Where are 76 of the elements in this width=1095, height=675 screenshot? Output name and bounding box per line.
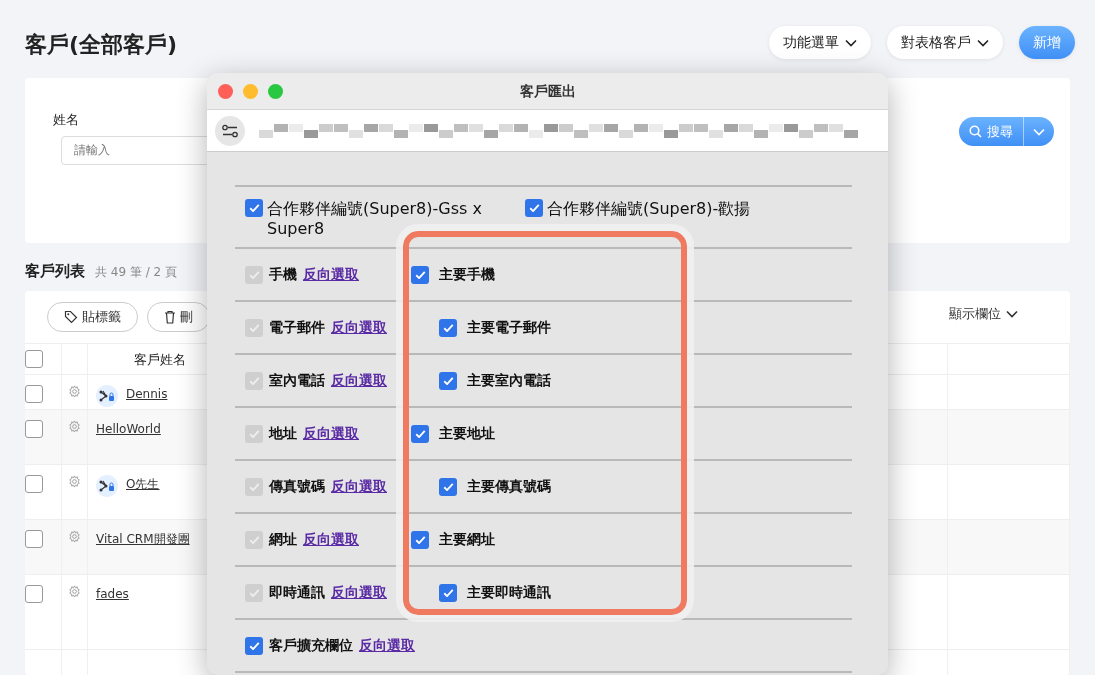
gear-icon[interactable] xyxy=(68,420,81,433)
chevron-down-icon xyxy=(845,38,857,47)
option-label: 主要地址 xyxy=(439,424,495,443)
search-icon xyxy=(969,125,982,138)
checkbox[interactable] xyxy=(25,530,43,548)
dropdown-button[interactable]: 對表格客戶 xyxy=(887,26,1003,59)
option-label: 主要網址 xyxy=(439,530,495,549)
option-label: 傳真號碼 xyxy=(269,477,325,496)
check-icon xyxy=(248,270,260,279)
chevron-down-icon xyxy=(977,38,989,47)
field-label: 姓名 xyxy=(53,111,80,129)
checkbox[interactable] xyxy=(245,199,263,217)
option-label: 網址 xyxy=(269,530,297,549)
page-title: 客戶(全部客戶) xyxy=(25,31,178,59)
check-icon xyxy=(442,588,454,597)
checkbox[interactable] xyxy=(25,585,43,603)
checkbox[interactable] xyxy=(25,350,43,368)
window-title: 客戶匯出 xyxy=(519,81,576,101)
trash-icon xyxy=(164,310,176,324)
gear-icon[interactable] xyxy=(68,585,81,598)
check-icon xyxy=(528,204,540,212)
check-icon xyxy=(414,270,426,279)
record-count: 共 49 筆 / 2 頁 xyxy=(95,264,178,281)
delete-button[interactable]: 刪 xyxy=(147,302,210,332)
gear-icon[interactable] xyxy=(68,530,81,543)
checkbox[interactable] xyxy=(25,385,43,403)
option-label: 主要即時通訊 xyxy=(467,583,551,602)
check-icon xyxy=(248,323,260,332)
gear-icon[interactable] xyxy=(68,385,81,398)
option-label: 主要室內電話 xyxy=(467,371,551,390)
checkbox[interactable] xyxy=(525,199,543,217)
check-icon xyxy=(442,376,454,385)
check-icon xyxy=(248,482,260,491)
check-icon xyxy=(442,482,454,491)
columns-dropdown[interactable]: 顯示欄位 xyxy=(943,303,1024,325)
customer-link[interactable]: fades xyxy=(96,585,129,603)
customer-link[interactable]: Vital CRM開發團 xyxy=(96,530,190,548)
option-label: 手機 xyxy=(269,265,297,284)
customer-link[interactable]: HelloWorld xyxy=(96,420,161,438)
option-label: 主要手機 xyxy=(439,265,495,284)
zoom-button[interactable] xyxy=(268,84,283,99)
check-icon xyxy=(248,429,260,438)
column-header: 客戶姓名 xyxy=(134,351,186,369)
option-label: 主要傳真號碼 xyxy=(467,477,551,496)
option-label: 即時通訊 xyxy=(269,583,325,602)
check-icon xyxy=(442,323,454,332)
check-icon xyxy=(414,429,426,438)
close-button[interactable] xyxy=(218,84,233,99)
option-label: 合作夥伴編號(Super8)-Gss x Super8 xyxy=(267,199,483,239)
check-icon xyxy=(248,588,260,597)
check-icon xyxy=(248,641,260,650)
option-label: 室內電話 xyxy=(269,371,325,390)
tag-button[interactable]: 貼標籤 xyxy=(47,302,138,332)
option-label: 電子郵件 xyxy=(269,318,325,337)
option-label: 合作夥伴編號(Super8)-歡揚 xyxy=(547,199,751,219)
option-label: 主要電子郵件 xyxy=(467,318,551,337)
chevron-down-icon xyxy=(1006,309,1018,318)
option-label: 地址 xyxy=(269,424,297,443)
dropdown-button[interactable]: 功能選單 xyxy=(769,26,871,59)
customer-link[interactable]: O先生 xyxy=(126,475,160,493)
settings-icon[interactable] xyxy=(215,115,245,146)
tag-icon xyxy=(64,310,78,324)
gear-icon[interactable] xyxy=(68,475,81,488)
chevron-down-icon xyxy=(1033,127,1045,136)
checkbox[interactable] xyxy=(25,475,43,493)
section-title: 客戶列表 xyxy=(25,261,85,282)
option-label: 客戶擴充欄位 xyxy=(269,636,353,655)
minimize-button[interactable] xyxy=(243,84,258,99)
check-icon xyxy=(248,204,260,212)
check-icon xyxy=(248,535,260,544)
customer-link[interactable]: Dennis xyxy=(126,385,168,403)
invert-selection-link[interactable]: 反向選取 xyxy=(359,635,415,656)
checkbox[interactable] xyxy=(25,420,43,438)
checkbox[interactable] xyxy=(245,636,263,655)
check-icon xyxy=(414,535,426,544)
check-icon xyxy=(248,376,260,385)
